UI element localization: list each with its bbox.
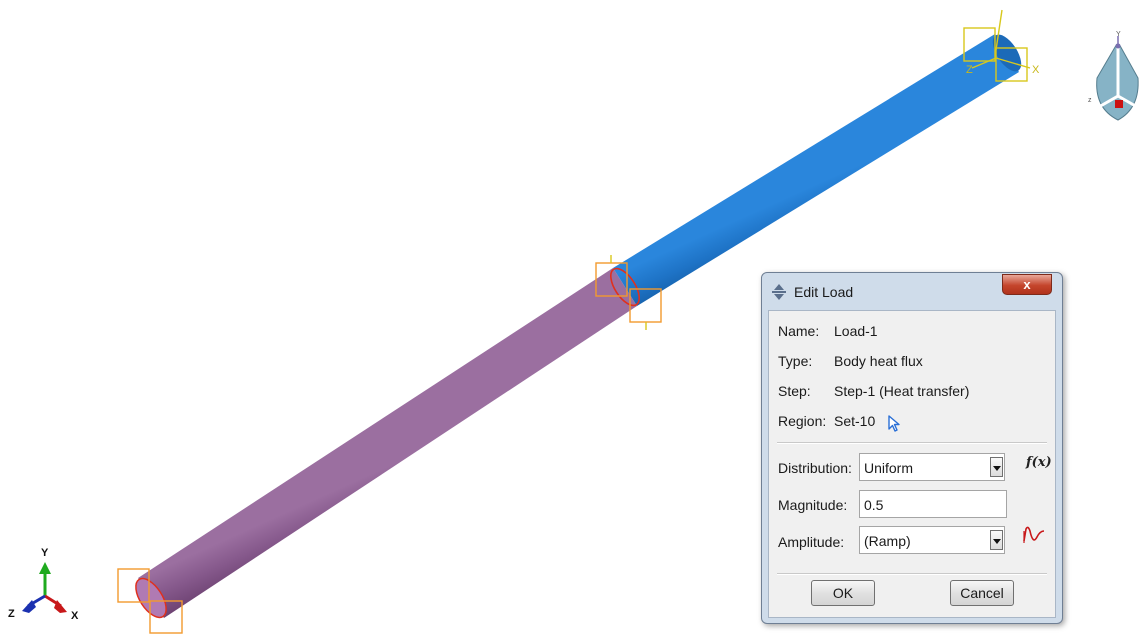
type-row: Type: Body heat flux [778, 353, 923, 369]
dropdown-arrow-icon[interactable] [990, 457, 1003, 477]
edit-load-dialog: Edit Load x Name: Load-1 Type: Body heat f… [761, 272, 1063, 624]
step-row: Step: Step-1 (Heat transfer) [778, 383, 969, 399]
cancel-button[interactable]: Cancel [950, 580, 1014, 606]
amplitude-select[interactable]: (Ramp) [859, 526, 1005, 554]
name-row: Name: Load-1 [778, 323, 878, 339]
csys-z-label: Z [966, 64, 973, 76]
step-label: Step: [778, 383, 811, 399]
function-icon[interactable]: f(x) [1026, 455, 1052, 470]
separator [777, 442, 1047, 444]
name-label: Name: [778, 323, 820, 339]
dropdown-arrow-icon[interactable] [990, 530, 1003, 550]
step-value: Step-1 (Heat transfer) [834, 383, 970, 399]
type-label: Type: [778, 353, 813, 369]
triad-y-label: Y [41, 547, 49, 559]
amplitude-icon[interactable] [1022, 523, 1048, 549]
view-orientation-icon[interactable] [1096, 36, 1140, 121]
distribution-label: Distribution: [778, 460, 852, 476]
close-button[interactable]: x [1002, 274, 1052, 295]
axis-triad-icon [22, 562, 67, 613]
region-value: Set-10 [834, 413, 876, 429]
viewcube-z-label: z [1088, 97, 1092, 104]
csys-x-label: X [1032, 64, 1040, 76]
distribution-value: Uniform [864, 460, 914, 476]
rod-loaded-section[interactable] [130, 268, 637, 622]
dialog-title: Edit Load [794, 284, 854, 300]
pick-cursor-icon[interactable] [887, 414, 901, 434]
magnitude-input[interactable]: 0.5 [859, 490, 1007, 518]
triad-z-label: Z [8, 608, 15, 620]
move-icon [772, 284, 786, 300]
type-value: Body heat flux [834, 353, 923, 369]
close-icon: x [1023, 277, 1031, 292]
name-value: Load-1 [834, 323, 878, 339]
amplitude-value: (Ramp) [864, 533, 911, 549]
distribution-select[interactable]: Uniform [859, 453, 1005, 481]
region-row: Region: Set-10 [778, 413, 875, 429]
region-label: Region: [778, 413, 827, 429]
dialog-body: Name: Load-1 Type: Body heat flux Step: Ste… [768, 310, 1056, 618]
viewcube-y-label: Y [1116, 31, 1121, 38]
amplitude-label: Amplitude: [778, 534, 845, 550]
rod-unloaded-section[interactable] [605, 30, 1027, 310]
triad-x-label: X [71, 610, 79, 622]
separator [777, 573, 1047, 575]
magnitude-label: Magnitude: [778, 497, 848, 513]
dialog-titlebar[interactable]: Edit Load x [762, 273, 1062, 309]
ok-button[interactable]: OK [811, 580, 875, 606]
